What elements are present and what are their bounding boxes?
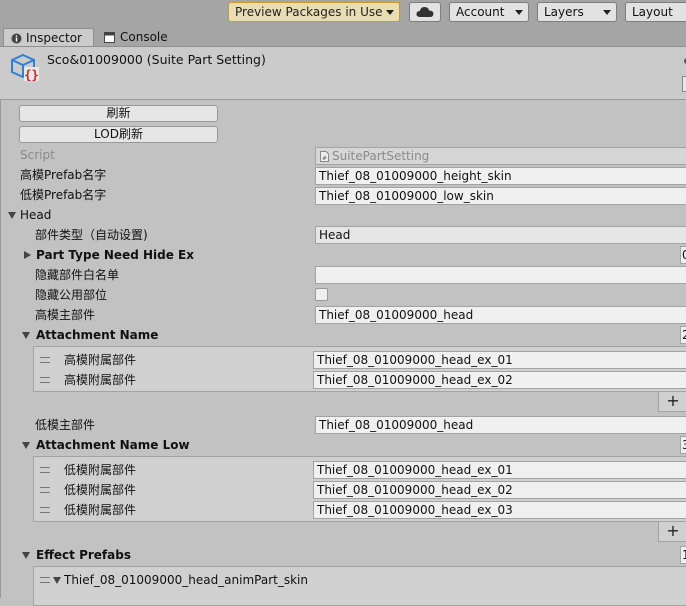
attachment-name-arrow-icon[interactable] (22, 332, 30, 339)
tab-bar: Inspector Console (0, 26, 686, 47)
attachment-low-label[interactable]: Attachment Name Low (36, 437, 190, 453)
layout-label: Layout (632, 5, 673, 19)
drag-handle-icon[interactable] (40, 507, 50, 513)
high-main-label: 高模主部件 (35, 308, 96, 322)
preview-packages-label: Preview Packages in Use (235, 5, 383, 19)
info-icon (11, 33, 22, 44)
drag-handle-icon[interactable] (40, 377, 50, 383)
layers-dropdown[interactable]: Layers (537, 2, 617, 22)
low-main-field[interactable]: Thief_08_01009000_head (315, 416, 686, 434)
high-main-field[interactable]: Thief_08_01009000_head (315, 306, 686, 324)
lod-refresh-button[interactable]: LOD刷新 (19, 126, 218, 143)
low-prefab-label: 低模Prefab名字 (20, 188, 107, 202)
attachment-low-item-field[interactable]: Thief_08_01009000_head_ex_01 (313, 461, 686, 479)
hide-whitelist-label: 隐藏部件白名单 (35, 268, 120, 282)
hide-public-checkbox[interactable] (315, 288, 328, 301)
attachment-item-field[interactable]: Thief_08_01009000_head_ex_01 (313, 351, 686, 369)
high-prefab-label: 高模Prefab名字 (20, 168, 107, 182)
tab-console-label: Console (120, 30, 168, 44)
attachment-low-add-button[interactable]: + (658, 522, 686, 542)
hide-public-label: 隐藏公用部位 (35, 288, 108, 302)
part-type-need-hide-count[interactable]: 0 (680, 246, 686, 264)
part-type-need-hide-arrow-icon[interactable] (24, 251, 31, 259)
part-type-dropdown[interactable]: Head (315, 226, 686, 244)
effect-prefabs-label[interactable]: Effect Prefabs (36, 547, 131, 563)
refresh-button[interactable]: 刷新 (19, 105, 218, 122)
chevron-down-icon (603, 10, 611, 15)
high-prefab-field[interactable]: Thief_08_01009000_height_skin (315, 167, 686, 185)
object-title: Sco&01009000 (Suite Part Setting) (47, 52, 266, 67)
script-icon: # (320, 151, 329, 162)
head-foldout-label[interactable]: Head (20, 207, 51, 223)
cloud-button[interactable] (409, 2, 441, 22)
attachment-low-count[interactable]: 3 (680, 436, 686, 454)
effect-prefabs-arrow-icon[interactable] (22, 552, 30, 559)
svg-text:#: # (322, 155, 327, 162)
layout-dropdown[interactable]: Layout (625, 2, 686, 22)
attachment-item-label: 高模附属部件 (64, 353, 137, 367)
attachment-add-button[interactable]: + (658, 392, 686, 412)
effect-item-label[interactable]: Thief_08_01009000_head_animPart_skin (64, 572, 308, 588)
script-label: Script (20, 148, 55, 162)
svg-text:{}: {} (24, 68, 38, 82)
attachment-item-field[interactable]: Thief_08_01009000_head_ex_02 (313, 371, 686, 389)
attachment-name-count[interactable]: 2 (680, 326, 686, 344)
tab-inspector[interactable]: Inspector (3, 28, 94, 46)
top-toolbar: Preview Packages in Use Account Layers L… (0, 0, 686, 26)
low-prefab-field[interactable]: Thief_08_01009000_low_skin (315, 187, 686, 205)
tab-console[interactable]: Console (98, 28, 188, 46)
script-field[interactable]: # SuitePartSetting (315, 147, 686, 165)
drag-handle-icon[interactable] (40, 357, 50, 363)
attachment-low-arrow-icon[interactable] (22, 442, 30, 449)
attachment-low-item-field[interactable]: Thief_08_01009000_head_ex_02 (313, 481, 686, 499)
attachment-low-item-label: 低模附属部件 (64, 483, 137, 497)
attachment-low-item-label: 低模附属部件 (64, 463, 137, 477)
effect-prefabs-count[interactable]: 1 (680, 546, 686, 564)
attachment-name-label[interactable]: Attachment Name (36, 327, 158, 343)
part-type-need-hide-label[interactable]: Part Type Need Hide Ex (36, 247, 194, 263)
low-main-label: 低模主部件 (35, 418, 96, 432)
drag-handle-icon[interactable] (40, 577, 50, 583)
attachment-low-item-field[interactable]: Thief_08_01009000_head_ex_03 (313, 501, 686, 519)
prefab-cube-icon: {} (11, 53, 39, 82)
attachment-low-item-label: 低模附属部件 (64, 503, 137, 517)
layers-label: Layers (544, 5, 584, 19)
drag-handle-icon[interactable] (40, 487, 50, 493)
hide-whitelist-field[interactable] (315, 266, 686, 284)
attachment-item-label: 高模附属部件 (64, 373, 137, 387)
chevron-down-icon (515, 10, 523, 15)
chevron-down-icon (386, 10, 394, 15)
cloud-icon (416, 7, 434, 17)
tab-inspector-label: Inspector (26, 31, 82, 45)
preview-packages-button[interactable]: Preview Packages in Use (228, 2, 400, 22)
account-dropdown[interactable]: Account (449, 2, 529, 22)
effect-item-arrow-icon[interactable] (53, 577, 61, 584)
drag-handle-icon[interactable] (40, 467, 50, 473)
header-side-button[interactable] (682, 76, 686, 92)
head-foldout-arrow-icon[interactable] (8, 212, 16, 219)
console-icon (104, 32, 115, 43)
script-value: SuitePartSetting (332, 149, 430, 163)
account-label: Account (456, 5, 505, 19)
part-type-label: 部件类型（自动设置) (35, 228, 148, 242)
